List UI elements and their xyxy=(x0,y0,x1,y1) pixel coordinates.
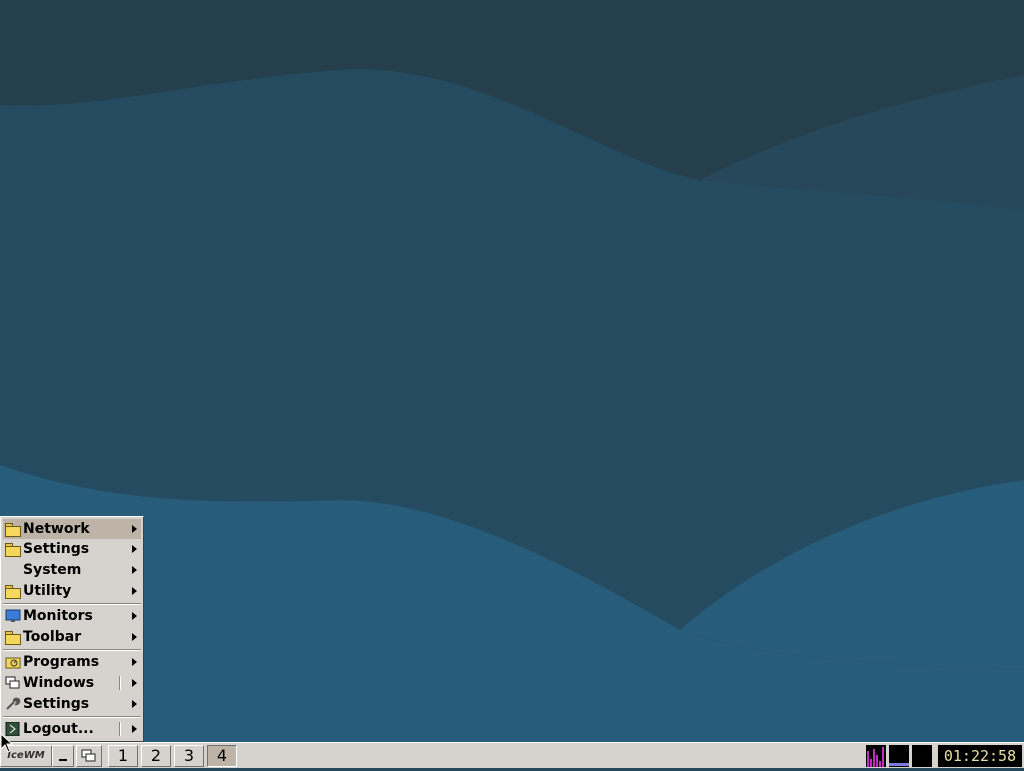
network-monitor[interactable] xyxy=(889,745,909,767)
menu-item-logout[interactable]: Logout... xyxy=(3,719,141,739)
windows-icon xyxy=(81,748,97,767)
memory-monitor[interactable] xyxy=(912,745,932,767)
clock[interactable]: 01:22:58 xyxy=(938,745,1022,767)
submenu-arrow-icon xyxy=(132,679,137,687)
menu-item-label: Settings xyxy=(23,696,90,712)
menu-item-settings-tools[interactable]: Settings xyxy=(3,694,141,714)
menu-item-network[interactable]: Network xyxy=(3,519,141,539)
workspace-button-1[interactable]: 1 xyxy=(108,745,138,767)
menu-item-utility[interactable]: Utility xyxy=(3,581,141,601)
folder-icon xyxy=(5,522,21,537)
taskbar: IceWM 1 2 3 4 01:22:58 xyxy=(0,742,1024,768)
workspace-button-3[interactable]: 3 xyxy=(174,745,204,767)
menu-item-monitors[interactable]: Monitors xyxy=(3,606,141,626)
cpu-monitor[interactable] xyxy=(866,745,886,767)
menu-item-label: Network xyxy=(23,521,90,537)
programs-icon xyxy=(5,655,21,669)
menu-separator xyxy=(3,649,141,651)
folder-icon xyxy=(5,630,21,645)
workspace-label: 3 xyxy=(183,746,195,765)
workspace-label: 4 xyxy=(216,746,228,765)
menu-item-settings[interactable]: Settings xyxy=(3,539,141,559)
desktop-background xyxy=(0,0,1024,742)
workspace-button-2[interactable]: 2 xyxy=(141,745,171,767)
folder-icon xyxy=(5,542,21,557)
minimize-icon xyxy=(59,759,67,761)
wrench-icon xyxy=(5,697,21,711)
folder-icon xyxy=(5,584,21,599)
menu-item-label: Utility xyxy=(23,583,72,599)
clock-time: 01:22:58 xyxy=(943,747,1017,765)
menu-item-programs[interactable]: Programs xyxy=(3,652,141,672)
menu-item-toolbar[interactable]: Toolbar xyxy=(3,627,141,647)
submenu-arrow-icon xyxy=(132,725,137,733)
submenu-arrow-icon xyxy=(132,633,137,641)
menu-item-label: Programs xyxy=(23,654,100,670)
workspace-button-4[interactable]: 4 xyxy=(207,745,237,767)
submenu-arrow-icon xyxy=(132,587,137,595)
start-menu: Network Settings System Utility Monitors… xyxy=(0,516,144,742)
monitor-icon xyxy=(5,609,21,623)
workspace-label: 1 xyxy=(117,746,129,765)
submenu-arrow-icon xyxy=(132,612,137,620)
submenu-arrow-icon xyxy=(132,545,137,553)
submenu-arrow-icon xyxy=(132,700,137,708)
menu-item-label: System xyxy=(23,562,82,578)
menu-item-label: Logout... xyxy=(23,721,94,737)
mouse-pointer-icon xyxy=(0,732,14,753)
workspace-label: 2 xyxy=(150,746,162,765)
menu-item-divider xyxy=(119,676,121,690)
submenu-arrow-icon xyxy=(132,658,137,666)
menu-separator xyxy=(3,716,141,718)
windows-icon xyxy=(5,676,21,690)
window-list-button[interactable] xyxy=(76,745,102,767)
submenu-arrow-icon xyxy=(132,525,137,533)
menu-item-system[interactable]: System xyxy=(3,560,141,580)
menu-item-label: Settings xyxy=(23,541,90,557)
show-desktop-button[interactable] xyxy=(52,745,74,767)
menu-separator xyxy=(3,603,141,605)
menu-item-label: Monitors xyxy=(23,608,93,624)
menu-item-windows[interactable]: Windows xyxy=(3,673,141,693)
menu-item-label: Windows xyxy=(23,675,95,691)
menu-item-divider xyxy=(119,722,121,736)
menu-item-label: Toolbar xyxy=(23,629,82,645)
submenu-arrow-icon xyxy=(132,566,137,574)
